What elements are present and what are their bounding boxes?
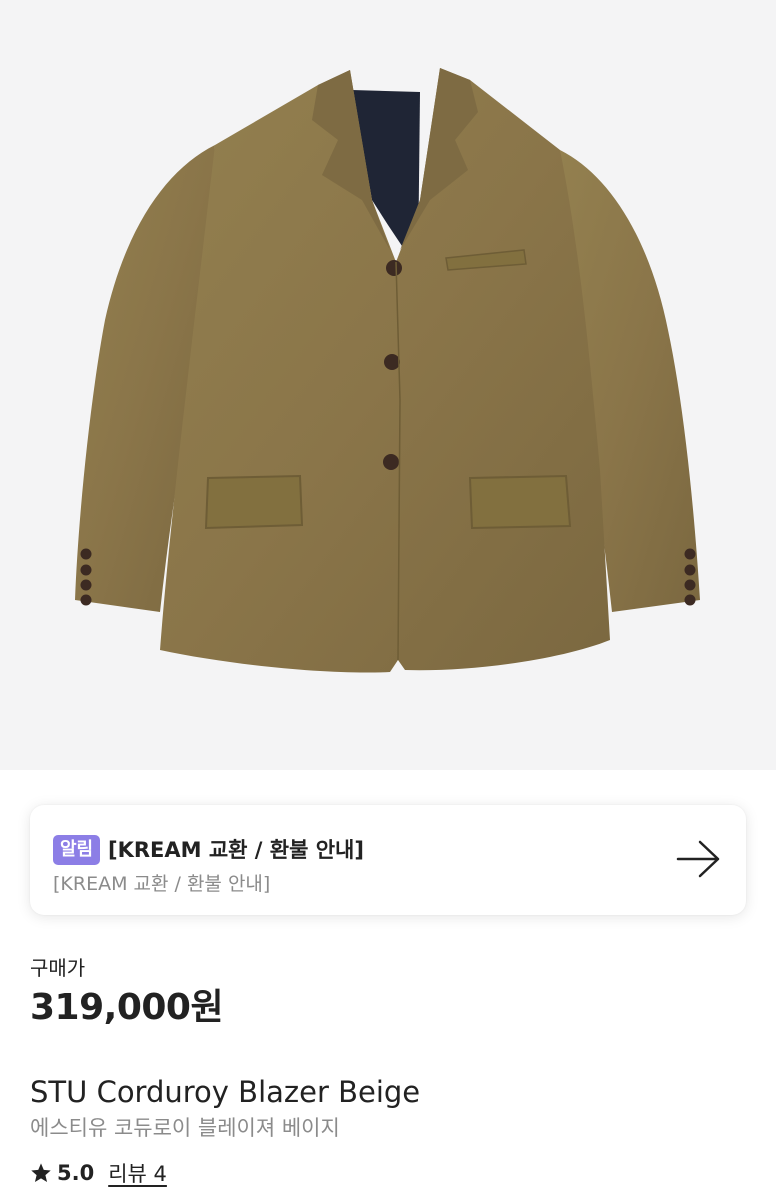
product-name-korean: 에스티유 코듀로이 블레이져 베이지 — [30, 1116, 340, 1140]
blazer-product-image — [75, 68, 700, 673]
price-value: 319,000원 — [30, 987, 224, 1028]
rating-value: 5.0 — [57, 1161, 95, 1185]
review-count-link[interactable]: 리뷰 4 — [108, 1158, 167, 1188]
rating-row: 5.0 리뷰 4 — [30, 1158, 167, 1188]
notice-banner[interactable]: 알림 [KREAM 교환 / 환불 안내] [KREAM 교환 / 환불 안내] — [30, 805, 746, 915]
product-image-area[interactable] — [0, 0, 776, 770]
product-name-english: STU Corduroy Blazer Beige — [30, 1075, 421, 1109]
notice-subtitle: [KREAM 교환 / 환불 안내] — [53, 873, 271, 895]
price-label: 구매가 — [30, 956, 86, 980]
notice-title: [KREAM 교환 / 환불 안내] — [108, 838, 364, 862]
star-icon — [31, 1163, 51, 1182]
notice-badge: 알림 — [53, 835, 101, 865]
arrow-right-icon[interactable] — [676, 839, 722, 879]
